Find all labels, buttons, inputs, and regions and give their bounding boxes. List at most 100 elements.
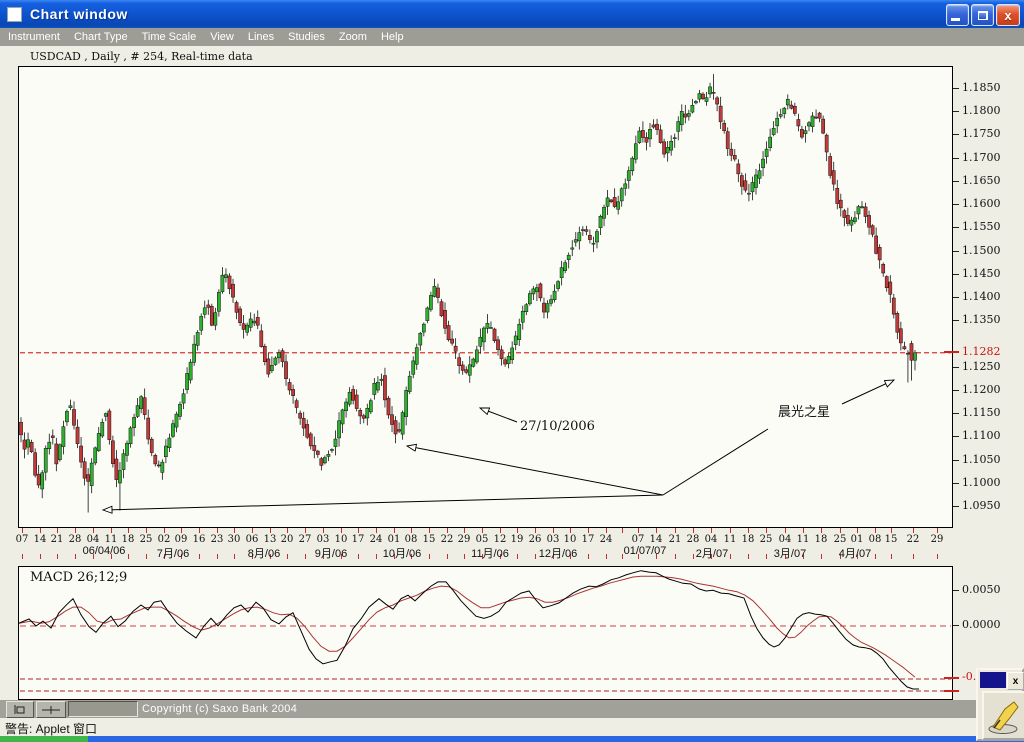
time-tick bbox=[411, 528, 412, 533]
time-tick bbox=[199, 528, 200, 533]
copyright-text: Copyright (c) Saxo Bank 2004 bbox=[142, 703, 298, 715]
time-tick bbox=[748, 528, 749, 533]
macd-tick bbox=[944, 677, 959, 679]
day-label: 13 bbox=[263, 534, 277, 545]
time-tick bbox=[429, 528, 430, 533]
day-label: 10 bbox=[563, 534, 577, 545]
time-tick bbox=[394, 528, 395, 533]
time-tick bbox=[93, 528, 94, 533]
day-label: 28 bbox=[686, 534, 700, 545]
price-tick bbox=[953, 460, 959, 461]
time-tick bbox=[164, 528, 165, 533]
title-bar[interactable]: Chart window x bbox=[0, 0, 1024, 28]
time-tick-lower bbox=[913, 554, 914, 559]
time-tick bbox=[606, 528, 607, 533]
chart-header: USDCAD , Daily , # 254, Real-time data bbox=[30, 50, 253, 63]
day-label: 03 bbox=[546, 534, 560, 545]
price-axis-label: 1.1850 bbox=[962, 81, 1001, 94]
minimize-button[interactable] bbox=[946, 4, 969, 26]
day-label: 19 bbox=[510, 534, 524, 545]
day-label: 09 bbox=[174, 534, 188, 545]
time-tick bbox=[821, 528, 822, 533]
macd-panel[interactable] bbox=[18, 566, 953, 700]
main-chart[interactable] bbox=[18, 66, 953, 528]
price-axis-label: 1.1200 bbox=[962, 383, 1001, 396]
time-tick bbox=[40, 528, 41, 533]
window-title: Chart window bbox=[30, 6, 128, 22]
day-label: 22 bbox=[906, 534, 920, 545]
day-label: 15 bbox=[884, 534, 898, 545]
time-tick bbox=[305, 528, 306, 533]
day-label: 06 bbox=[245, 534, 259, 545]
day-label: 01 bbox=[850, 534, 864, 545]
menu-item-help[interactable]: Help bbox=[381, 31, 404, 43]
price-axis-label: 1.1250 bbox=[962, 360, 1001, 373]
menu-item-instrument[interactable]: Instrument bbox=[8, 31, 60, 43]
menu-item-zoom[interactable]: Zoom bbox=[339, 31, 367, 43]
restore-button[interactable] bbox=[971, 4, 994, 26]
day-label: 03 bbox=[316, 534, 330, 545]
time-tick bbox=[913, 528, 914, 533]
day-label: 20 bbox=[280, 534, 294, 545]
day-label: 21 bbox=[668, 534, 682, 545]
macd-tick bbox=[953, 625, 959, 626]
time-tick bbox=[785, 528, 786, 533]
floating-window-titlebar[interactable] bbox=[980, 672, 1006, 688]
time-tick bbox=[693, 528, 694, 533]
day-label: 27 bbox=[298, 534, 312, 545]
annotation-morning-star: 晨光之星 bbox=[778, 404, 831, 419]
time-tick bbox=[287, 528, 288, 533]
time-tick-lower bbox=[937, 554, 938, 559]
menu-item-chart-type[interactable]: Chart Type bbox=[74, 31, 128, 43]
price-tick bbox=[953, 158, 959, 159]
time-tick-lower bbox=[217, 554, 218, 559]
day-label: 29 bbox=[457, 534, 471, 545]
day-label: 15 bbox=[422, 534, 436, 545]
hand-drawing-icon bbox=[988, 700, 1019, 734]
close-icon: x bbox=[1004, 7, 1012, 23]
floating-window-close-button[interactable]: x bbox=[1007, 672, 1024, 690]
time-tick-lower bbox=[606, 554, 607, 559]
start-button-edge[interactable] bbox=[0, 736, 88, 742]
status-text: 警告: Applet 窗口 bbox=[5, 722, 98, 736]
day-label: 22 bbox=[440, 534, 454, 545]
menu-item-view[interactable]: View bbox=[210, 31, 234, 43]
price-axis-label: 1.1550 bbox=[962, 220, 1001, 233]
day-label: 21 bbox=[50, 534, 64, 545]
close-button[interactable]: x bbox=[996, 4, 1020, 26]
restore-icon bbox=[977, 10, 988, 20]
time-tick bbox=[675, 528, 676, 533]
floating-tool-window[interactable]: x bbox=[976, 668, 1024, 741]
time-tick bbox=[270, 528, 271, 533]
horizontal-line-tool-button[interactable] bbox=[36, 701, 66, 718]
pin-tool-button[interactable] bbox=[6, 701, 34, 718]
day-label: 14 bbox=[33, 534, 47, 545]
day-label: 11 bbox=[104, 534, 118, 545]
menu-item-time-scale[interactable]: Time Scale bbox=[142, 31, 197, 43]
current-price-tick bbox=[944, 351, 959, 353]
price-tick bbox=[953, 436, 959, 437]
time-tick bbox=[517, 528, 518, 533]
day-label: 14 bbox=[649, 534, 663, 545]
time-tick bbox=[622, 528, 623, 533]
taskbar-strip[interactable] bbox=[0, 736, 1024, 742]
day-label: 24 bbox=[369, 534, 383, 545]
time-tick-lower bbox=[57, 554, 58, 559]
day-label: 28 bbox=[68, 534, 82, 545]
price-tick bbox=[953, 111, 959, 112]
toolbar-field[interactable] bbox=[68, 701, 138, 717]
menu-item-studies[interactable]: Studies bbox=[288, 31, 325, 43]
month-label: 7月/06 bbox=[156, 548, 190, 560]
macd-axis-label: 0.0000 bbox=[962, 618, 1001, 631]
month-label: 10月/06 bbox=[382, 548, 422, 560]
annotate-tool-button[interactable] bbox=[982, 691, 1024, 740]
day-label: 11 bbox=[796, 534, 810, 545]
time-tick bbox=[22, 528, 23, 533]
time-tick-lower bbox=[748, 554, 749, 559]
price-tick bbox=[953, 227, 959, 228]
time-tick bbox=[75, 528, 76, 533]
day-label: 18 bbox=[741, 534, 755, 545]
menu-item-lines[interactable]: Lines bbox=[248, 31, 274, 43]
day-label: 29 bbox=[930, 534, 944, 545]
price-tick bbox=[953, 134, 959, 135]
